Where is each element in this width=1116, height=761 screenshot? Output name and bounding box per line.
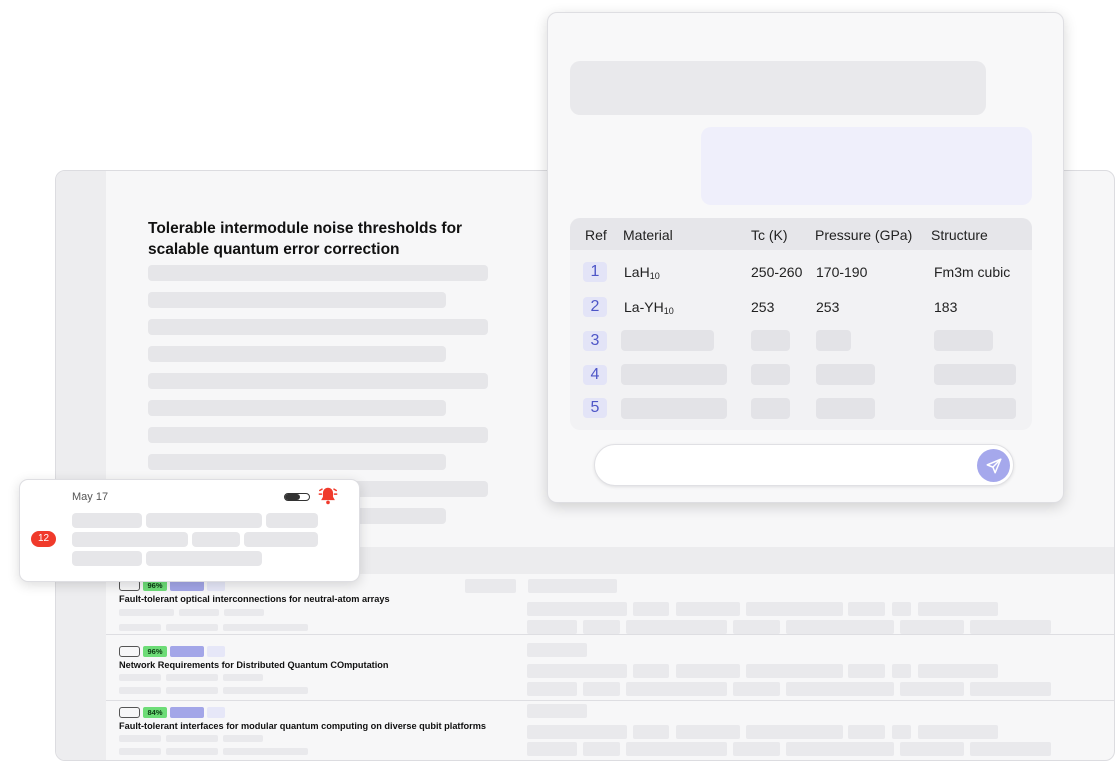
cell-tc: 250-260 [751, 264, 803, 280]
chat-input[interactable] [594, 444, 1014, 486]
notification-date: May 17 [72, 491, 109, 503]
tag-pill [170, 707, 204, 718]
bell-icon[interactable] [317, 485, 339, 507]
header-tc: Tc (K) [751, 227, 788, 243]
reference-link[interactable]: 1 [583, 262, 607, 282]
reference-link[interactable]: 5 [583, 398, 607, 418]
result-row[interactable]: 96% Fault-tolerant optical interconnecti… [106, 574, 1114, 635]
cell-tc: 253 [751, 299, 775, 315]
cell-structure: Fm3m cubic [934, 264, 1011, 280]
notification-card[interactable]: May 17 12 [19, 479, 360, 582]
result-title[interactable]: Fault-tolerant interfaces for modular qu… [119, 721, 486, 731]
notification-toggle[interactable] [284, 493, 310, 501]
user-message-placeholder [570, 61, 986, 115]
tag-pill [207, 646, 225, 657]
cell-material: LaH10 [624, 264, 660, 281]
result-row[interactable]: 96% Network Requirements for Distributed… [106, 640, 1114, 701]
cell-material: La-YH10 [624, 299, 674, 316]
cell-structure: 183 [934, 299, 958, 315]
document-title: Tolerable intermodule noise thresholds f… [148, 220, 463, 258]
chat-panel: Ref Material Tc (K) Pressure (GPa) Struc… [547, 12, 1064, 503]
cell-pressure: 170-190 [816, 264, 868, 280]
header-ref: Ref [585, 227, 607, 243]
reference-link[interactable]: 2 [583, 297, 607, 317]
notification-count-badge: 12 [31, 531, 56, 547]
result-title[interactable]: Network Requirements for Distributed Qua… [119, 660, 389, 670]
relevance-badge: 96% [143, 646, 167, 657]
select-checkbox[interactable] [119, 646, 140, 657]
header-material: Material [623, 227, 673, 243]
assistant-message-placeholder [701, 127, 1032, 205]
result-title[interactable]: Fault-tolerant optical interconnections … [119, 594, 390, 604]
tag-pill [170, 646, 204, 657]
result-row[interactable]: 84% Fault-tolerant interfaces for modula… [106, 701, 1114, 760]
relevance-badge: 84% [143, 707, 167, 718]
header-pressure: Pressure (GPa) [815, 227, 913, 243]
tag-pill [207, 707, 225, 718]
results-table: Ref Material Tc (K) Pressure (GPa) Struc… [570, 218, 1032, 430]
header-structure: Structure [931, 227, 988, 243]
cell-pressure: 253 [816, 299, 840, 315]
select-checkbox[interactable] [119, 707, 140, 718]
send-button[interactable] [977, 449, 1010, 482]
reference-link[interactable]: 3 [583, 331, 607, 351]
send-icon [986, 458, 1001, 473]
sidebar [56, 171, 106, 760]
reference-link[interactable]: 4 [583, 365, 607, 385]
table-header: Ref Material Tc (K) Pressure (GPa) Struc… [570, 218, 1032, 250]
